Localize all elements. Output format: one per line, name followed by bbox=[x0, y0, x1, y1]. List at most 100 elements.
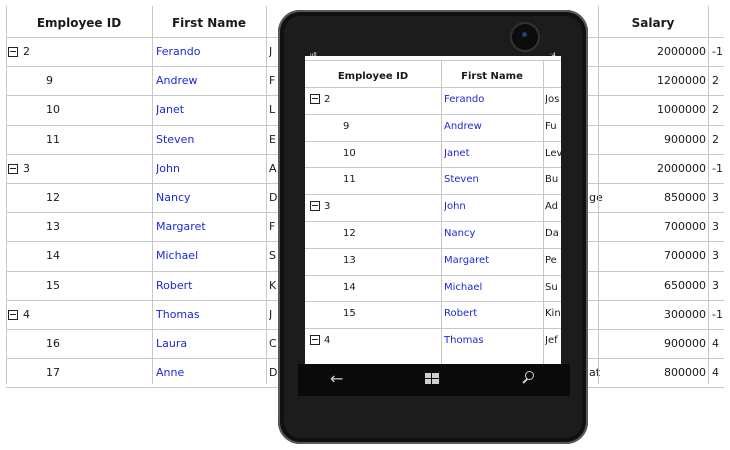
phone-cell-first-name[interactable]: Andrew bbox=[444, 114, 540, 141]
cell-reports-to: -1 bbox=[712, 45, 723, 58]
cell-reports-to: 4 bbox=[712, 337, 719, 350]
cell-employee-id: 4 bbox=[8, 300, 148, 329]
phone-cell-last-name: Da bbox=[545, 228, 559, 239]
phone-cell-first-name[interactable]: Steven bbox=[444, 167, 540, 194]
camera-icon bbox=[512, 24, 538, 50]
column-divider bbox=[708, 6, 709, 384]
phone-cell-last-name: Jef bbox=[545, 335, 558, 347]
cell-employee-id: 2 bbox=[8, 37, 148, 66]
cell-salary: 700000 bbox=[664, 249, 706, 263]
phone-screen: Employee ID First Name 2 Ferando Jos 9 Andre… bbox=[305, 56, 561, 364]
phone-cell-first-name[interactable]: Nancy bbox=[444, 221, 540, 248]
cell-first-name[interactable]: Nancy bbox=[156, 183, 264, 212]
phone-cell-first-name[interactable]: Janet bbox=[444, 141, 540, 168]
cell-first-name[interactable]: Thomas bbox=[156, 300, 264, 329]
collapse-toggle-icon[interactable] bbox=[8, 309, 18, 320]
cell-first-name[interactable]: Janet bbox=[156, 95, 264, 124]
windows-logo-icon bbox=[425, 373, 439, 385]
employee-id-text: 13 bbox=[343, 254, 356, 266]
phone-table-row[interactable]: 13 Margaret Pe bbox=[305, 248, 561, 275]
phone-table-row[interactable]: 2 Ferando Jos bbox=[305, 87, 561, 114]
row-divider bbox=[305, 274, 561, 276]
employee-id-text: 10 bbox=[46, 103, 60, 117]
header-divider bbox=[305, 60, 561, 61]
row-divider bbox=[305, 221, 561, 222]
phone-cell-first-name[interactable]: Michael bbox=[444, 275, 540, 302]
employee-id-text: 11 bbox=[46, 132, 60, 146]
cell-salary: 2000000 bbox=[657, 45, 706, 58]
phone-cell-first-name[interactable]: Robert bbox=[444, 301, 540, 328]
cell-employee-id: 3 bbox=[8, 154, 148, 183]
cell-first-name[interactable]: Robert bbox=[156, 271, 264, 300]
phone-cell-last-name: Kin bbox=[545, 308, 561, 320]
employee-id-text: 3 bbox=[324, 201, 331, 213]
search-button[interactable] bbox=[521, 370, 537, 386]
cell-reports-to: 3 bbox=[712, 249, 719, 263]
employee-id-text: 9 bbox=[46, 74, 53, 88]
cell-salary: 1200000 bbox=[657, 74, 706, 88]
employee-id-text: 15 bbox=[343, 308, 356, 320]
phone-table-row[interactable]: 14 Michael Su bbox=[305, 275, 561, 302]
phone-cell-first-name[interactable]: Margaret bbox=[444, 248, 540, 275]
employee-id-text: 16 bbox=[46, 337, 60, 350]
cell-reports-to: 2 bbox=[712, 103, 719, 117]
cell-first-name[interactable]: Ferando bbox=[156, 37, 264, 66]
cell-salary: 900000 bbox=[664, 337, 706, 350]
cell-reports-to: 3 bbox=[712, 191, 719, 204]
cell-salary: 850000 bbox=[664, 191, 706, 204]
row-divider bbox=[305, 328, 561, 330]
header-salary[interactable]: Salary bbox=[598, 6, 708, 40]
row-divider bbox=[305, 247, 561, 249]
employee-id-text: 14 bbox=[343, 281, 356, 293]
back-button[interactable]: ← bbox=[330, 369, 343, 388]
cell-salary: 300000 bbox=[664, 307, 706, 321]
phone-table-row[interactable]: 9 Andrew Fu bbox=[305, 114, 561, 141]
collapse-toggle-icon[interactable] bbox=[310, 201, 320, 212]
phone-cell-employee-id: 2 bbox=[310, 87, 430, 114]
cell-first-name[interactable]: Andrew bbox=[156, 66, 264, 95]
collapse-toggle-icon[interactable] bbox=[8, 47, 18, 57]
phone-table-row[interactable]: 15 Robert Kin bbox=[305, 301, 561, 328]
employee-id-text: 3 bbox=[23, 161, 30, 175]
windows-home-button[interactable] bbox=[425, 373, 439, 385]
phone-table-row[interactable]: 10 Janet Lev bbox=[305, 141, 561, 168]
employee-id-text: 9 bbox=[343, 120, 350, 132]
phone-cell-first-name[interactable]: Thomas bbox=[444, 328, 540, 355]
phone-table-row[interactable]: 4 Thomas Jef bbox=[305, 328, 561, 355]
employee-id-text: 2 bbox=[324, 94, 331, 105]
cell-reports-to: 2 bbox=[712, 74, 719, 88]
cell-first-name[interactable]: John bbox=[156, 154, 264, 183]
row-divider bbox=[305, 301, 561, 303]
header-employee-id[interactable]: Employee ID bbox=[6, 6, 152, 40]
row-divider bbox=[305, 167, 561, 169]
cell-first-name[interactable]: Margaret bbox=[156, 212, 264, 241]
cell-first-name[interactable]: Steven bbox=[156, 125, 264, 154]
collapse-toggle-icon[interactable] bbox=[310, 335, 320, 346]
phone-cell-first-name[interactable]: John bbox=[444, 194, 540, 221]
collapse-toggle-icon[interactable] bbox=[310, 94, 320, 104]
column-divider bbox=[598, 6, 599, 384]
phone-table-row[interactable]: 3 John Ad bbox=[305, 194, 561, 221]
phone-cell-last-name: Su bbox=[545, 281, 558, 293]
column-divider bbox=[266, 6, 267, 384]
phone-cell-employee-id: 3 bbox=[310, 194, 430, 221]
phone-table-row[interactable]: 11 Steven Bu bbox=[305, 167, 561, 194]
employee-id-text: 2 bbox=[23, 45, 30, 58]
header-first-name[interactable]: First Name bbox=[152, 6, 266, 40]
phone-table-row[interactable]: 12 Nancy Da bbox=[305, 221, 561, 248]
row-divider bbox=[305, 140, 561, 142]
phone-cell-first-name[interactable]: Ferando bbox=[444, 87, 540, 114]
employee-id-text: 17 bbox=[46, 366, 60, 380]
employee-id-text: 11 bbox=[343, 174, 356, 186]
cell-reports-to: 3 bbox=[712, 220, 719, 234]
column-divider bbox=[543, 60, 544, 364]
cell-first-name[interactable]: Laura bbox=[156, 329, 264, 358]
cell-first-name[interactable]: Michael bbox=[156, 241, 264, 270]
employee-id-text: 13 bbox=[46, 220, 60, 234]
phone-cell-last-name: Lev bbox=[545, 147, 561, 159]
collapse-toggle-icon[interactable] bbox=[8, 163, 18, 174]
cell-salary: 900000 bbox=[664, 132, 706, 146]
employee-id-text: 10 bbox=[343, 147, 356, 159]
cell-first-name[interactable]: Anne bbox=[156, 358, 264, 387]
phone-cell-last-name: Jos bbox=[545, 94, 560, 105]
